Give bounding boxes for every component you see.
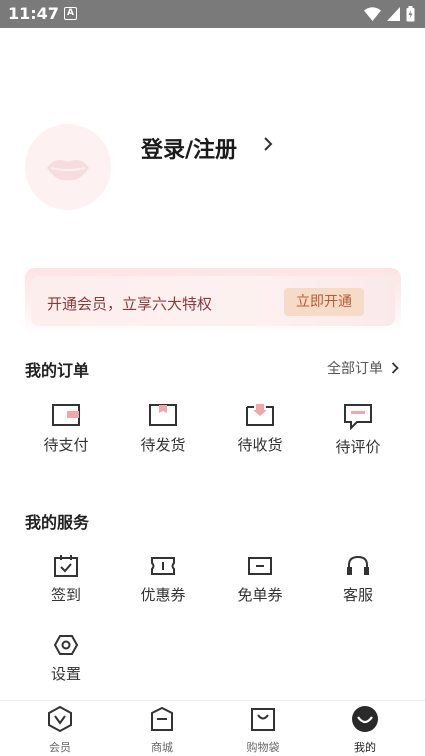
service-item-label: 客服	[342, 586, 373, 604]
service-item-label: 免单券	[237, 586, 283, 604]
box-icon	[149, 404, 177, 426]
order-item-label: 待收货	[237, 436, 283, 454]
tab-store[interactable]: 商城	[132, 705, 192, 755]
voucher-icon	[248, 557, 272, 575]
orders-title: 我的订单	[25, 361, 90, 380]
status-icons	[364, 6, 415, 22]
settings-icon	[53, 635, 79, 655]
order-item-label: 待评价	[335, 438, 381, 456]
signal-icon	[387, 7, 400, 21]
accessibility-a-icon: A	[64, 7, 77, 20]
tab-label: 购物袋	[246, 741, 280, 754]
calendar-icon	[54, 555, 78, 577]
service-item-label: 设置	[50, 665, 81, 683]
status-bar: 11:47 A	[0, 0, 425, 28]
wallet-icon	[52, 404, 80, 426]
service-customer-support[interactable]: 客服	[313, 554, 403, 605]
tab-profile[interactable]: 我的	[335, 705, 395, 755]
inbox-icon	[246, 404, 274, 426]
service-item-label: 优惠券	[140, 586, 186, 604]
bag-icon	[251, 708, 275, 731]
profile-icon	[352, 706, 378, 732]
tab-shopping-bag[interactable]: 购物袋	[233, 705, 293, 755]
avatar[interactable]	[25, 124, 111, 210]
chevron-right-icon[interactable]	[262, 135, 274, 153]
services-title: 我的服务	[25, 513, 90, 532]
comment-icon	[344, 404, 372, 430]
service-checkin[interactable]: 签到	[21, 554, 111, 605]
tab-vip[interactable]: 会员	[30, 705, 90, 755]
coupon-icon	[151, 557, 175, 575]
service-settings[interactable]: 设置	[21, 633, 111, 684]
battery-icon	[406, 6, 415, 22]
vip-banner-text: 开通会员，立享六大特权	[47, 295, 213, 313]
bottom-tab-bar: 会员 商城 购物袋 我的	[0, 700, 425, 756]
order-item-label: 待支付	[43, 436, 89, 454]
chevron-right-icon	[391, 362, 399, 374]
service-coupons[interactable]: 优惠券	[118, 554, 208, 605]
lips-logo-icon	[47, 160, 89, 181]
login-register-link[interactable]: 登录/注册	[141, 132, 237, 164]
vip-icon	[48, 705, 72, 733]
order-pending-review[interactable]: 待评价	[313, 402, 403, 457]
tab-label: 我的	[354, 741, 376, 754]
headset-icon	[347, 555, 369, 575]
status-time: 11:47	[8, 4, 59, 23]
order-pending-payment[interactable]: 待支付	[21, 402, 111, 455]
tab-label: 商城	[151, 741, 173, 754]
all-orders-link[interactable]: 全部订单	[327, 358, 399, 378]
order-item-label: 待发货	[140, 436, 186, 454]
wifi-icon	[364, 7, 381, 21]
open-vip-button[interactable]: 立即开通	[284, 288, 364, 316]
store-icon	[151, 706, 173, 731]
tab-label: 会员	[49, 741, 71, 754]
all-orders-label: 全部订单	[327, 361, 383, 377]
order-pending-receipt[interactable]: 待收货	[215, 402, 305, 455]
service-free-vouchers[interactable]: 免单券	[215, 554, 305, 605]
order-pending-shipment[interactable]: 待发货	[118, 402, 208, 455]
service-item-label: 签到	[50, 586, 81, 604]
